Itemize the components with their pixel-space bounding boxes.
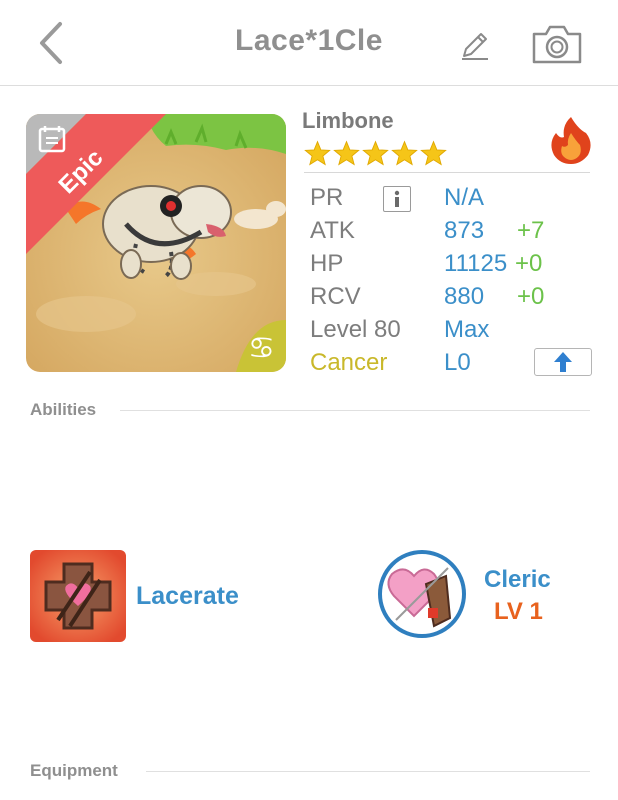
monster-portrait[interactable]: Epic ♋ — [26, 114, 286, 372]
equipment-heading: Equipment — [30, 761, 118, 780]
star-icon — [420, 140, 447, 166]
star-icon — [304, 140, 331, 166]
stat-value-level: Max — [444, 316, 490, 343]
stat-label-pr: PR — [310, 184, 344, 211]
divider — [146, 771, 590, 772]
class-level: LV 1 — [494, 598, 543, 625]
upgrade-button[interactable] — [534, 348, 592, 376]
stat-bonus-hp: +0 — [515, 250, 543, 277]
ability-lacerate-icon[interactable] — [30, 550, 126, 642]
class-name: Cleric — [484, 566, 551, 593]
star-rating — [304, 140, 447, 168]
ability-name[interactable]: Lacerate — [136, 582, 239, 611]
arrow-up-icon — [554, 352, 572, 372]
stat-bonus-rcv: +0 — [517, 283, 545, 310]
pencil-icon — [462, 33, 488, 60]
stat-label-sign: Cancer — [310, 349, 388, 376]
top-bar: Lace*1Cle — [0, 0, 618, 86]
edit-button[interactable] — [458, 28, 492, 62]
stat-value-atk: 873 — [444, 217, 485, 244]
stat-value-rcv: 880 — [444, 283, 485, 310]
camera-button[interactable] — [530, 22, 584, 66]
stat-label-level: Level 80 — [310, 316, 401, 343]
monster-name: Limbone — [302, 108, 394, 133]
star-icon — [362, 140, 389, 166]
page-title: Lace*1Cle — [235, 24, 383, 57]
stat-bonus-atk: +7 — [517, 217, 545, 244]
star-icon — [391, 140, 418, 166]
stat-label-rcv: RCV — [310, 283, 361, 310]
star-icon — [333, 140, 360, 166]
stat-label-atk: ATK — [310, 217, 355, 244]
class-cleric-icon[interactable] — [376, 548, 468, 640]
notes-icon — [37, 124, 67, 154]
stat-label-hp: HP — [310, 250, 344, 277]
stat-value-hp: 11125 — [444, 250, 508, 277]
fire-icon — [551, 117, 591, 164]
cancer-zodiac-icon: ♋ — [248, 331, 275, 366]
divider — [304, 172, 590, 173]
divider — [120, 410, 590, 411]
camera-icon — [532, 25, 582, 64]
info-button[interactable] — [383, 186, 411, 212]
stat-value-pr: N/A — [444, 184, 485, 211]
stat-value-sign: L0 — [444, 349, 471, 376]
info-icon — [394, 190, 400, 207]
abilities-heading: Abilities — [30, 400, 97, 419]
